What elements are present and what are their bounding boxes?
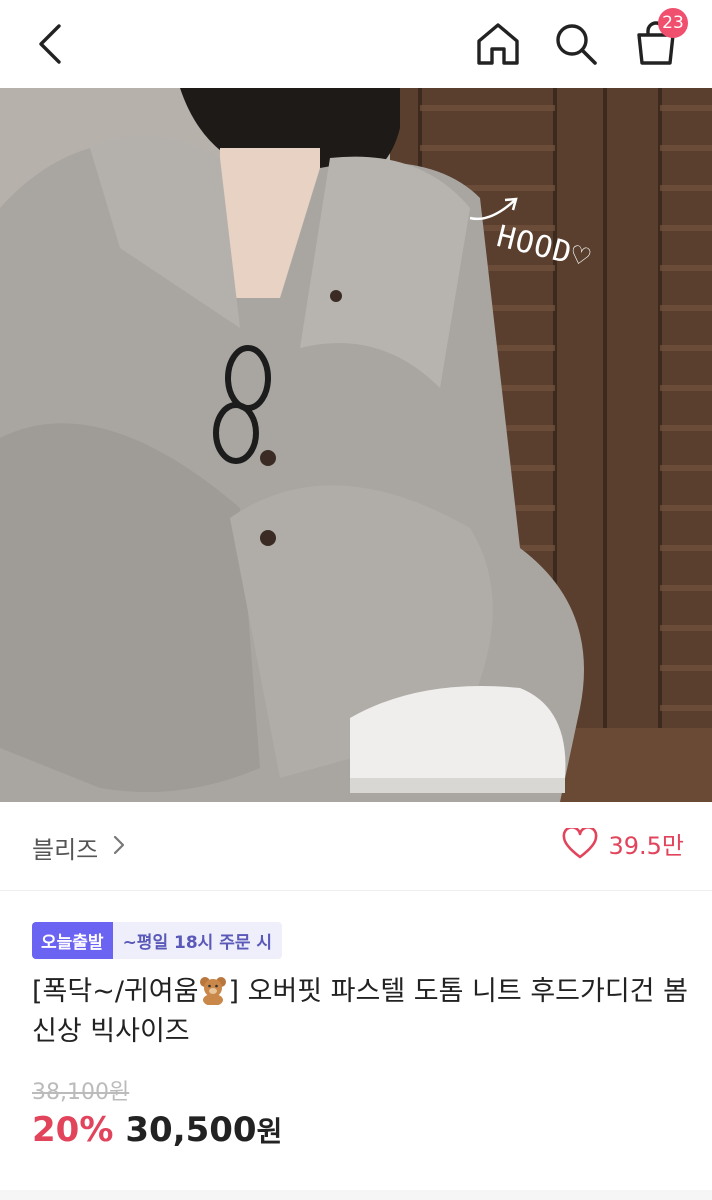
back-button[interactable] bbox=[20, 14, 80, 74]
product-title: [폭닥~/귀여움 ] 오버핏 파스텔 도톰 니트 후드가디건 봄신상 빅사이즈 bbox=[32, 972, 692, 1052]
cart-count-badge: 23 bbox=[658, 8, 688, 38]
product-photo bbox=[0, 88, 712, 802]
discount-rate: 20% bbox=[32, 1110, 114, 1150]
cutoff-time-badge: ~평일 18시 주문 시 bbox=[112, 922, 283, 959]
price-row: 20% 30,500원 bbox=[32, 1110, 282, 1150]
original-price: 38,100원 bbox=[32, 1080, 130, 1105]
search-icon bbox=[556, 24, 597, 65]
cart-button[interactable]: 23 bbox=[626, 8, 688, 74]
teddy-bear-icon bbox=[200, 977, 227, 1005]
sale-price: 30,500 bbox=[125, 1110, 257, 1150]
store-row: 블리즈 39.5만 bbox=[0, 802, 712, 891]
section-divider bbox=[0, 1190, 712, 1200]
search-button[interactable] bbox=[546, 14, 606, 74]
product-image-carousel[interactable]: HOOD♡ bbox=[0, 88, 712, 802]
product-title-prefix: [폭닥~/귀여움 bbox=[32, 976, 199, 1007]
chevron-right-icon[interactable] bbox=[112, 834, 126, 856]
like-button[interactable]: 39.5만 bbox=[562, 826, 684, 861]
currency-unit: 원 bbox=[256, 1115, 283, 1148]
home-button[interactable] bbox=[468, 14, 528, 74]
chevron-left-icon bbox=[39, 24, 61, 64]
heart-icon bbox=[563, 827, 598, 858]
top-navigation-bar: 23 bbox=[0, 0, 712, 88]
today-shipping-badge: 오늘출발 bbox=[32, 922, 113, 959]
store-name-link[interactable]: 블리즈 bbox=[32, 830, 98, 865]
like-count: 39.5만 bbox=[608, 832, 684, 860]
home-icon bbox=[477, 23, 519, 65]
delivery-tags: 오늘출발 ~평일 18시 주문 시 bbox=[32, 922, 283, 959]
